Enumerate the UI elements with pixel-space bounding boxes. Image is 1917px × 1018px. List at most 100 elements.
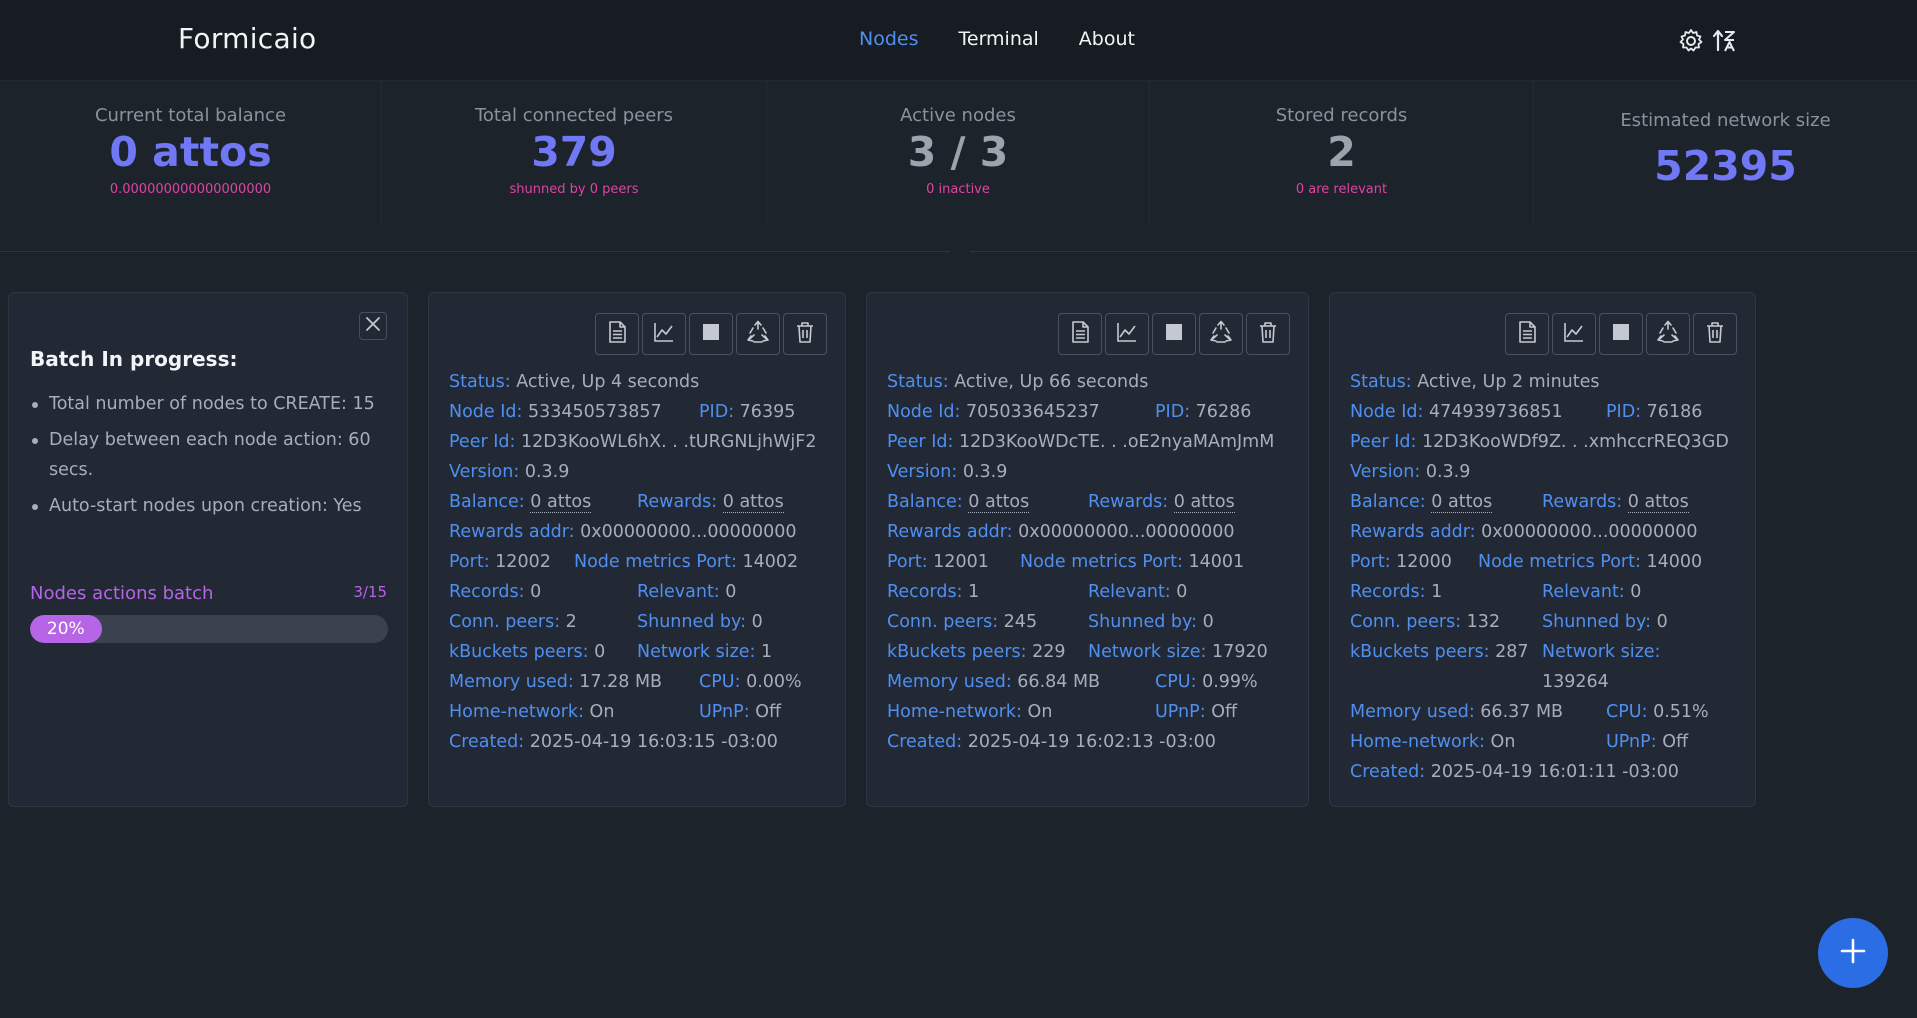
shunned-field: Shunned by: 0	[1542, 607, 1668, 637]
delete-button[interactable]	[1693, 313, 1737, 355]
created-row: Created: 2025-04-19 16:03:15 -03:00	[449, 727, 817, 757]
memory-value: 66.84 MB	[1017, 672, 1101, 692]
kbuckets-value: 229	[1032, 642, 1066, 662]
kbuckets-label: kBuckets peers:	[887, 642, 1027, 662]
node-id-label: Node Id:	[449, 402, 523, 422]
created-label: Created:	[449, 732, 525, 752]
progress-percent: 20%	[46, 619, 85, 639]
cpu-value: 0.00%	[746, 672, 802, 692]
nav-about[interactable]: About	[1079, 28, 1135, 50]
delete-button[interactable]	[1246, 313, 1290, 355]
rewards-field: Rewards: 0 attos	[637, 487, 784, 517]
balance-value[interactable]: 0 attos	[968, 492, 1030, 513]
rewards-value[interactable]: 0 attos	[1173, 492, 1235, 513]
cpu-label: CPU:	[1155, 672, 1197, 692]
metrics-port-label: Node metrics Port:	[1478, 552, 1641, 572]
relevant-label: Relevant:	[1542, 582, 1625, 602]
stat-value: 0 attos	[109, 128, 272, 176]
node-info: Status: Active, Up 2 minutes Node Id: 47…	[1350, 367, 1729, 787]
memory-row: Memory used: 17.28 MB CPU: 0.00%	[449, 667, 817, 697]
port-value: 12002	[495, 552, 551, 572]
peers-row: Conn. peers: 245 Shunned by: 0	[887, 607, 1274, 637]
rewards-addr-value[interactable]: 0x00000000...00000000	[580, 522, 796, 542]
metrics-button[interactable]	[1105, 313, 1149, 355]
trash-icon	[792, 319, 818, 349]
balance-value[interactable]: 0 attos	[530, 492, 592, 513]
stat-title: Active nodes	[900, 105, 1016, 126]
batch-card: Batch In progress: Total number of nodes…	[8, 292, 408, 807]
rewards-value[interactable]: 0 attos	[722, 492, 784, 513]
stop-icon	[1161, 319, 1187, 349]
created-label: Created:	[887, 732, 963, 752]
recycle-button[interactable]	[1199, 313, 1243, 355]
batch-title: Batch In progress:	[30, 347, 238, 371]
stop-button[interactable]	[1599, 313, 1643, 355]
metrics-port-label: Node metrics Port:	[1020, 552, 1183, 572]
rewards-value[interactable]: 0 attos	[1627, 492, 1689, 513]
version-value: 0.3.9	[962, 462, 1008, 482]
rewards-label: Rewards:	[1542, 492, 1623, 512]
node-id-label: Node Id:	[887, 402, 961, 422]
stop-button[interactable]	[1152, 313, 1196, 355]
peer-id-value[interactable]: 12D3KooWDcTE. . .oE2nyaMAmJmM	[959, 432, 1274, 452]
pid-label: PID:	[1155, 402, 1191, 422]
upnp-value: Off	[1662, 732, 1689, 752]
network-size-value: 139264	[1542, 672, 1609, 692]
metrics-button[interactable]	[1552, 313, 1596, 355]
metrics-button[interactable]	[642, 313, 686, 355]
created-row: Created: 2025-04-19 16:01:11 -03:00	[1350, 757, 1729, 787]
navbar: Formicaio Nodes Terminal About	[0, 0, 1917, 81]
recycle-button[interactable]	[1646, 313, 1690, 355]
node-id-value: 533450573857	[527, 402, 662, 422]
shunned-value: 0	[751, 612, 763, 632]
pid-value: 76395	[739, 402, 796, 422]
rewards-addr-row: Rewards addr: 0x00000000...00000000	[887, 517, 1274, 547]
stat-desc: 0.000000000000000000	[109, 182, 272, 197]
rewards-addr-value[interactable]: 0x00000000...00000000	[1481, 522, 1697, 542]
network-row: Home-network: On UPnP: Off	[887, 697, 1274, 727]
document-icon	[1514, 319, 1540, 349]
add-node-button[interactable]	[1818, 918, 1888, 988]
balance-value[interactable]: 0 attos	[1431, 492, 1493, 513]
recycle-button[interactable]	[736, 313, 780, 355]
stop-button[interactable]	[689, 313, 733, 355]
cpu-field: CPU: 0.99%	[1155, 667, 1258, 697]
nav-terminal[interactable]: Terminal	[959, 28, 1039, 50]
upnp-label: UPnP:	[699, 702, 750, 722]
logs-button[interactable]	[1505, 313, 1549, 355]
chart-line-icon	[1561, 319, 1587, 349]
kbuckets-label: kBuckets peers:	[1350, 642, 1490, 662]
logs-button[interactable]	[595, 313, 639, 355]
brand-logo[interactable]: Formicaio	[178, 22, 316, 55]
peer-id-value[interactable]: 12D3KooWDf9Z. . .xmhccrREQ3GD	[1422, 432, 1729, 452]
peers-row: Conn. peers: 2 Shunned by: 0	[449, 607, 817, 637]
records-value: 1	[968, 582, 980, 602]
network-size-value: 17920	[1212, 642, 1268, 662]
stat-title: Current total balance	[94, 105, 287, 126]
status-row: Status: Active, Up 66 seconds	[887, 367, 1274, 397]
created-label: Created:	[1350, 762, 1426, 782]
relevant-field: Relevant: 0	[637, 577, 736, 607]
peer-id-label: Peer Id:	[1350, 432, 1417, 452]
stat-value: 2	[1327, 128, 1356, 176]
relevant-label: Relevant:	[637, 582, 720, 602]
peer-id-value[interactable]: 12D3KooWL6hX. . .tURGNLjhWjF2	[521, 432, 817, 452]
version-value: 0.3.9	[1425, 462, 1471, 482]
rewards-addr-value[interactable]: 0x00000000...00000000	[1018, 522, 1234, 542]
gear-icon[interactable]	[1676, 26, 1706, 56]
sort-alpha-icon[interactable]	[1710, 26, 1740, 56]
logs-button[interactable]	[1058, 313, 1102, 355]
node-id-label: Node Id:	[1350, 402, 1424, 422]
stat-records: Stored records 2 0 are relevant	[1150, 81, 1534, 223]
cpu-value: 0.51%	[1653, 702, 1709, 722]
records-row: Records: 0 Relevant: 0	[449, 577, 817, 607]
close-batch-button[interactable]	[359, 312, 387, 340]
upnp-field: UPnP: Off	[1606, 727, 1688, 757]
cpu-value: 0.99%	[1202, 672, 1258, 692]
node-card: Status: Active, Up 4 seconds Node Id: 53…	[428, 292, 846, 807]
nav-nodes[interactable]: Nodes	[859, 28, 919, 50]
recycle-icon	[1655, 319, 1681, 349]
stats-bar: Current total balance 0 attos 0.00000000…	[0, 81, 1917, 223]
records-label: Records:	[1350, 582, 1426, 602]
delete-button[interactable]	[783, 313, 827, 355]
